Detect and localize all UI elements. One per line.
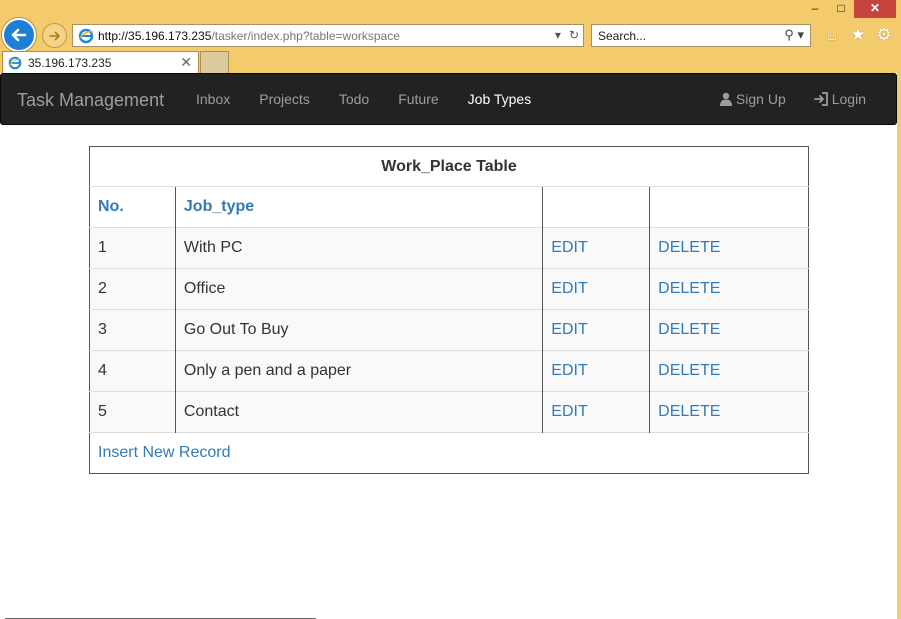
nav-links: Inbox Projects Todo Future Job Types [181, 74, 545, 124]
table-title-row: Work_Place Table [90, 147, 809, 187]
browser-tab[interactable]: 35.196.173.235 ✕ [2, 51, 199, 73]
minimize-icon[interactable]: – [802, 0, 828, 18]
login-label: Login [831, 91, 866, 107]
insert-new-record-link[interactable]: Insert New Record [98, 444, 231, 461]
table-row: 4 Only a pen and a paper EDIT DELETE [89, 350, 809, 392]
edit-link[interactable]: EDIT [551, 239, 587, 256]
cell-no: 4 [89, 350, 176, 392]
cell-job-type: Only a pen and a paper [174, 350, 543, 392]
tab-title: 35.196.173.235 [28, 55, 112, 70]
window-controls: – □ ✕ [802, 0, 896, 18]
gear-icon[interactable]: ⚙ [874, 24, 894, 46]
address-bar[interactable]: http://35.196.173.235/tasker/index.php?t… [72, 24, 584, 47]
delete-link[interactable]: DELETE [658, 280, 720, 297]
cell-no: 3 [89, 309, 176, 351]
close-window-icon[interactable]: ✕ [854, 0, 896, 18]
nav-item-projects[interactable]: Projects [244, 74, 324, 124]
nav-item-inbox[interactable]: Inbox [181, 74, 244, 124]
delete-cell: DELETE [649, 227, 809, 269]
insert-row: Insert New Record [89, 432, 809, 474]
workplace-table: Work_Place Table No. Job_type 1 With PC … [89, 146, 809, 474]
insert-cell: Insert New Record [89, 432, 809, 474]
header-no[interactable]: No. [89, 186, 176, 228]
edit-link[interactable]: EDIT [551, 280, 587, 297]
delete-link[interactable]: DELETE [658, 403, 720, 420]
new-tab-button[interactable] [200, 51, 229, 73]
edit-cell: EDIT [542, 268, 650, 310]
nav-item-future[interactable]: Future [383, 74, 452, 124]
cell-no: 1 [89, 227, 176, 269]
cell-job-type: Office [174, 268, 543, 310]
edit-cell: EDIT [542, 350, 650, 392]
forward-button[interactable] [42, 23, 67, 48]
nav-item-todo[interactable]: Todo [324, 74, 383, 124]
edit-cell: EDIT [542, 227, 650, 269]
toolbar-icons: ⌂ ★ ⚙ [822, 24, 894, 46]
edit-link[interactable]: EDIT [551, 362, 587, 379]
table-row: 5 Contact EDIT DELETE [89, 391, 809, 433]
table-header-row: No. Job_type [89, 186, 809, 228]
browser-window: – □ ✕ http://35.196.173.235/tasker/index… [0, 0, 901, 619]
edit-cell: EDIT [542, 391, 650, 433]
window-edge [897, 73, 901, 619]
nav-right: Sign Up Login [705, 74, 880, 124]
signup-link[interactable]: Sign Up [705, 74, 800, 124]
back-button[interactable] [2, 18, 36, 52]
table-row: 1 With PC EDIT DELETE [89, 227, 809, 269]
url-host: http://35.196.173.235 [98, 28, 212, 43]
signup-label: Sign Up [735, 91, 786, 107]
login-icon [813, 92, 828, 106]
nav-item-job-types[interactable]: Job Types [453, 74, 546, 124]
navbar: Task Management Inbox Projects Todo Futu… [0, 73, 897, 125]
cell-job-type: Go Out To Buy [174, 309, 543, 351]
home-icon[interactable]: ⌂ [822, 24, 842, 46]
edit-link[interactable]: EDIT [551, 321, 587, 338]
ie-page-icon [78, 28, 94, 43]
delete-cell: DELETE [649, 391, 809, 433]
cell-no: 2 [89, 268, 176, 310]
dropdown-arrow-icon[interactable]: ▾ [555, 28, 561, 42]
delete-cell: DELETE [649, 268, 809, 310]
back-arrow-icon [11, 28, 27, 42]
edit-link[interactable]: EDIT [551, 403, 587, 420]
page-viewport: Task Management Inbox Projects Todo Futu… [0, 73, 897, 619]
header-job-type[interactable]: Job_type [174, 186, 543, 228]
login-link[interactable]: Login [800, 74, 880, 124]
user-icon [719, 92, 732, 106]
cell-job-type: Contact [174, 391, 543, 433]
url-path: /tasker/index.php?table=workspace [211, 28, 400, 43]
search-input[interactable]: Search... ⚲ ▾ [591, 24, 811, 47]
brand[interactable]: Task Management [17, 90, 164, 111]
delete-cell: DELETE [649, 309, 809, 351]
table-row: 3 Go Out To Buy EDIT DELETE [89, 309, 809, 351]
table-row: 2 Office EDIT DELETE [89, 268, 809, 310]
close-icon[interactable]: ✕ [180, 54, 192, 71]
delete-link[interactable]: DELETE [658, 321, 720, 338]
delete-link[interactable]: DELETE [658, 239, 720, 256]
delete-link[interactable]: DELETE [658, 362, 720, 379]
edit-cell: EDIT [542, 309, 650, 351]
address-tools: ▾ ↻ [555, 28, 579, 42]
maximize-icon[interactable]: □ [828, 0, 854, 18]
search-placeholder: Search... [598, 29, 647, 43]
table-title: Work_Place Table [381, 157, 517, 175]
ie-tab-icon [8, 56, 22, 69]
header-edit-col [542, 186, 650, 228]
refresh-icon[interactable]: ↻ [569, 28, 579, 42]
star-icon[interactable]: ★ [848, 24, 868, 46]
search-icon[interactable]: ⚲ ▾ [784, 27, 804, 43]
cell-no: 5 [89, 391, 176, 433]
forward-arrow-icon [48, 31, 60, 40]
header-delete-col [649, 186, 809, 228]
delete-cell: DELETE [649, 350, 809, 392]
cell-job-type: With PC [174, 227, 543, 269]
